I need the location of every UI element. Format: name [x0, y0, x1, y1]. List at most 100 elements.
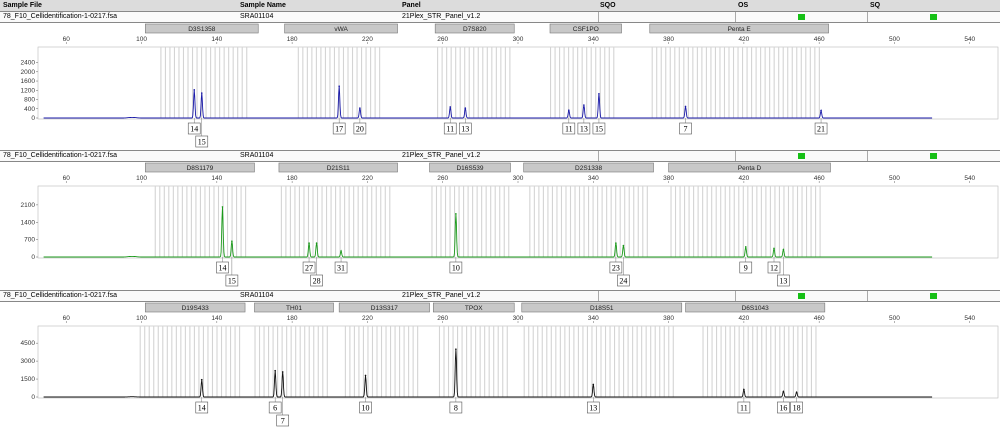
allele-bin [239, 326, 241, 398]
allele-label: 16 [779, 404, 787, 413]
x-tick-label: 500 [889, 315, 900, 322]
x-tick-label: 60 [63, 36, 71, 43]
peak-mark [193, 89, 196, 91]
allele-bin [367, 326, 369, 398]
allele-bin [684, 186, 686, 258]
peak-mark [622, 244, 625, 247]
allele-bin [234, 326, 236, 398]
allele-bin [742, 186, 744, 258]
allele-bin [362, 326, 364, 398]
electropherogram-plot[interactable]: D3S1358 vWA D7S820 CSF1PO Penta E60 100 140 180… [0, 21, 1000, 148]
allele-bin [619, 186, 621, 258]
allele-bin [706, 186, 708, 258]
electropherogram-plot[interactable]: D19S433 TH01 D13S317 TPOX D18S51 D6S104360 100… [0, 300, 1000, 427]
column-sq[interactable]: SQ [870, 0, 880, 11]
allele-bin [178, 47, 180, 119]
allele-bin [177, 186, 179, 258]
allele-bin [618, 326, 620, 398]
allele-bin [586, 47, 588, 119]
allele-bin [656, 47, 658, 119]
column-sample-name[interactable]: Sample Name [240, 0, 286, 11]
allele-bin [814, 47, 816, 119]
electropherogram-plot[interactable]: D8S1179 D21S11 D16S539 D2S1338 Penta D60 100 1… [0, 160, 1000, 287]
allele-bin [560, 186, 563, 258]
allele-bin [738, 326, 740, 398]
allele-bin [198, 326, 200, 398]
allele-bin [490, 186, 492, 258]
y-tick-label: 1500 [21, 376, 36, 383]
allele-bin [541, 326, 543, 398]
x-tick-label: 260 [437, 175, 448, 182]
allele-bin [663, 326, 665, 398]
column-sqo[interactable]: SQO [600, 0, 616, 11]
y-tick-label: 0 [31, 254, 35, 261]
allele-bin [303, 186, 305, 258]
column-sample-file[interactable]: Sample File [3, 0, 42, 11]
allele-bin [311, 47, 313, 119]
allele-bin [317, 326, 319, 398]
allele-bin [637, 186, 639, 258]
allele-bin [669, 47, 671, 119]
peak-mark [340, 250, 342, 252]
allele-bin [614, 326, 616, 398]
allele-bin [320, 47, 322, 119]
allele-bin [633, 186, 635, 258]
allele-bin [670, 186, 672, 258]
allele-bin [299, 326, 301, 398]
peak-mark [200, 378, 203, 381]
allele-bin [792, 186, 794, 258]
allele-bin [461, 326, 463, 398]
allele-bin [379, 47, 381, 119]
allele-bin [788, 326, 790, 398]
allele-bin [577, 326, 579, 398]
x-tick-label: 500 [889, 36, 900, 43]
allele-label: 11 [446, 125, 454, 134]
allele-bin [435, 186, 438, 258]
allele-bin [774, 326, 776, 398]
allele-bin [563, 47, 565, 119]
x-tick-label: 420 [738, 315, 749, 322]
allele-bin [581, 47, 583, 119]
locus-marker: Penta E [649, 23, 829, 34]
allele-call: 21 [814, 109, 828, 135]
allele-bin [702, 326, 704, 398]
column-os[interactable]: OS [738, 0, 748, 11]
allele-bin [665, 47, 667, 119]
allele-bin [687, 47, 689, 119]
sq-quality-indicator [930, 293, 937, 299]
allele-bin [208, 186, 211, 258]
allele-bin [770, 326, 772, 398]
plot-frame [37, 46, 999, 120]
allele-bin [447, 326, 450, 398]
locus-label: D13S317 [371, 305, 398, 312]
allele-bin [743, 326, 745, 398]
allele-bin [193, 326, 195, 398]
allele-label: 11 [740, 404, 748, 413]
locus-marker: D3S1358 [144, 23, 259, 34]
allele-bin [272, 326, 274, 398]
allele-bin [555, 326, 557, 398]
locus-label: vWA [334, 26, 348, 33]
locus-marker: D18S51 [521, 302, 683, 313]
allele-bin [573, 326, 575, 398]
allele-bin [182, 47, 185, 119]
allele-bin [225, 326, 227, 398]
column-panel[interactable]: Panel [402, 0, 421, 11]
locus-label: TPOX [465, 305, 483, 312]
peak-mark [773, 247, 775, 250]
allele-bin [237, 47, 239, 119]
allele-bin [668, 326, 670, 398]
allele-bin [347, 47, 349, 119]
allele-bin [815, 326, 817, 398]
allele-bin [437, 47, 439, 119]
allele-bin [164, 47, 166, 119]
allele-bin [384, 186, 386, 258]
allele-label: 31 [337, 264, 345, 273]
allele-label: 14 [190, 125, 198, 134]
allele-bin [241, 47, 243, 119]
allele-bin [163, 186, 165, 258]
allele-bin [476, 186, 478, 258]
allele-label: 7 [281, 417, 285, 426]
allele-bin [219, 47, 221, 119]
allele-bin [711, 186, 713, 258]
